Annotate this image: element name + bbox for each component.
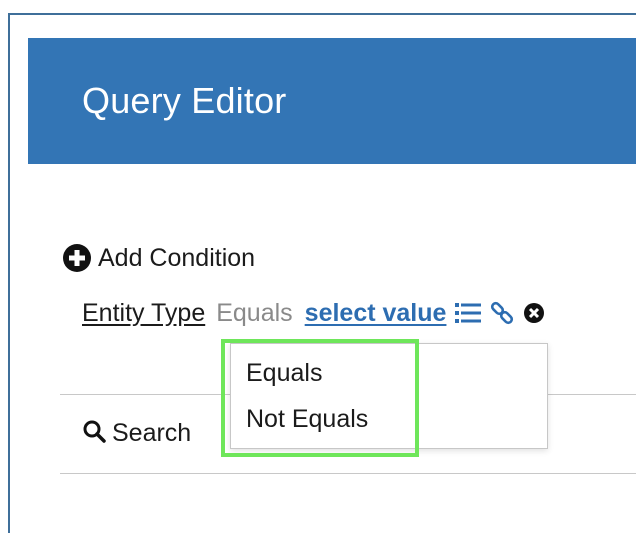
page-title: Query Editor (82, 80, 287, 121)
header-bar: Query Editor (28, 38, 636, 164)
dropdown-option-not-equals[interactable]: Not Equals (246, 405, 368, 434)
remove-circle-icon[interactable] (523, 302, 545, 324)
search-label: Search (112, 419, 192, 447)
field-selector[interactable]: Entity Type (82, 299, 205, 328)
search-icon (82, 419, 106, 448)
condition-row: Entity Type Equals select value (82, 296, 545, 330)
add-condition-button[interactable]: Add Condition (62, 243, 255, 273)
plus-circle-icon (62, 243, 92, 273)
dropdown-option-equals[interactable]: Equals (246, 359, 322, 388)
value-selector[interactable]: select value (305, 299, 447, 328)
add-condition-label: Add Condition (98, 243, 256, 272)
operator-dropdown-menu: Equals Not Equals (230, 343, 548, 449)
divider (60, 473, 636, 474)
operator-selector[interactable]: Equals (216, 299, 292, 328)
list-icon[interactable] (455, 302, 482, 324)
search-button[interactable]: Search (82, 419, 191, 448)
link-icon[interactable] (490, 301, 514, 325)
